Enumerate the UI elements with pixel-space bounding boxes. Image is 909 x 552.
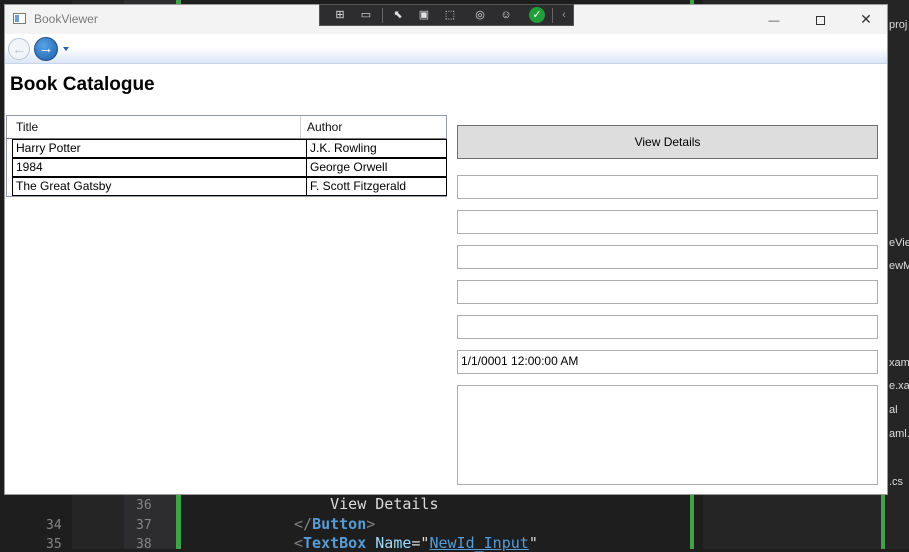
- collapse-icon[interactable]: ‹: [556, 8, 572, 22]
- navigation-bar: ← →: [5, 34, 887, 64]
- ide-side-text: proj: [889, 19, 908, 31]
- column-header-title[interactable]: Title: [7, 116, 301, 138]
- ide-line-number: 34: [46, 518, 62, 533]
- history-dropdown-icon[interactable]: [63, 47, 69, 51]
- ide-side-text: e.xa: [889, 380, 909, 392]
- close-icon: ✕: [860, 11, 872, 27]
- window-title: BookViewer: [34, 12, 98, 26]
- minimize-icon: —: [768, 15, 780, 27]
- ide-code-line: </Button>: [294, 515, 376, 533]
- toolbar-separator: [382, 8, 383, 23]
- minimize-button[interactable]: —: [751, 5, 797, 34]
- table-row[interactable]: The Great Gatsby F. Scott Fitzgerald: [12, 177, 447, 196]
- accessibility-icon[interactable]: ☺: [498, 8, 514, 22]
- no-issues-check-icon[interactable]: ✓: [529, 7, 545, 23]
- ide-line-number: 36: [136, 498, 152, 513]
- detail-textbox-4[interactable]: [457, 280, 878, 304]
- record-icon[interactable]: ▭: [358, 8, 374, 22]
- cell-author: J.K. Rowling: [306, 140, 446, 157]
- back-arrow-icon[interactable]: ←: [8, 38, 30, 60]
- view-details-button[interactable]: View Details: [457, 125, 878, 159]
- track-focus-icon[interactable]: ⬚: [442, 8, 458, 22]
- cell-author: F. Scott Fitzgerald: [306, 178, 446, 195]
- cell-title: The Great Gatsby: [16, 179, 112, 193]
- ide-side-text: aml.: [889, 428, 909, 440]
- page-title: Book Catalogue: [10, 74, 155, 95]
- ide-line-number: 38: [136, 537, 152, 552]
- select-element-icon[interactable]: ⬉: [390, 8, 406, 22]
- forward-arrow-icon[interactable]: →: [34, 37, 58, 61]
- ide-side-text: ewM: [889, 260, 909, 272]
- app-window: BookViewer — ✕ ⊞ ▭ ⬉ ▣ ⬚ ◎ ☺ ✓ ‹ ← → Boo…: [4, 4, 888, 495]
- detail-textbox-5[interactable]: [457, 315, 878, 339]
- cell-title: 1984: [16, 160, 43, 174]
- live-visual-tree-icon[interactable]: ⊞: [332, 8, 348, 22]
- description-textbox[interactable]: [457, 385, 878, 485]
- ide-side-text: .cs: [889, 476, 904, 488]
- maximize-button[interactable]: [797, 5, 843, 34]
- hot-reload-icon[interactable]: ◎: [472, 8, 488, 22]
- detail-textbox-3[interactable]: [457, 245, 878, 269]
- ide-side-text: eVie: [889, 237, 909, 249]
- detail-textbox-1[interactable]: [457, 175, 878, 199]
- toolbar-separator: [552, 8, 553, 23]
- close-button[interactable]: ✕: [843, 5, 889, 34]
- ide-side-text: xam: [889, 357, 909, 369]
- column-header-author[interactable]: Author: [301, 116, 446, 138]
- ide-line-number: 37: [136, 518, 152, 533]
- display-layout-icon[interactable]: ▣: [416, 8, 432, 22]
- maximize-icon: [815, 15, 825, 25]
- ide-side-text: al: [889, 404, 898, 416]
- xaml-debug-toolbar: ⊞ ▭ ⬉ ▣ ⬚ ◎ ☺ ✓ ‹: [319, 4, 574, 26]
- ide-code-line: View Details: [330, 495, 439, 513]
- cell-title: Harry Potter: [16, 141, 81, 155]
- app-icon: [13, 13, 26, 24]
- cell-author: George Orwell: [306, 159, 446, 176]
- table-row[interactable]: 1984 George Orwell: [12, 158, 447, 177]
- grid-header: Title Author: [7, 116, 446, 139]
- books-datagrid[interactable]: Title Author Harry Potter J.K. Rowling 1…: [6, 115, 447, 197]
- date-textbox[interactable]: 1/1/0001 12:00:00 AM: [457, 350, 878, 374]
- table-row[interactable]: Harry Potter J.K. Rowling: [12, 139, 447, 158]
- detail-textbox-2[interactable]: [457, 210, 878, 234]
- ide-code-line: <TextBox Name="NewId_Input": [294, 534, 538, 552]
- ide-line-number: 35: [46, 537, 62, 552]
